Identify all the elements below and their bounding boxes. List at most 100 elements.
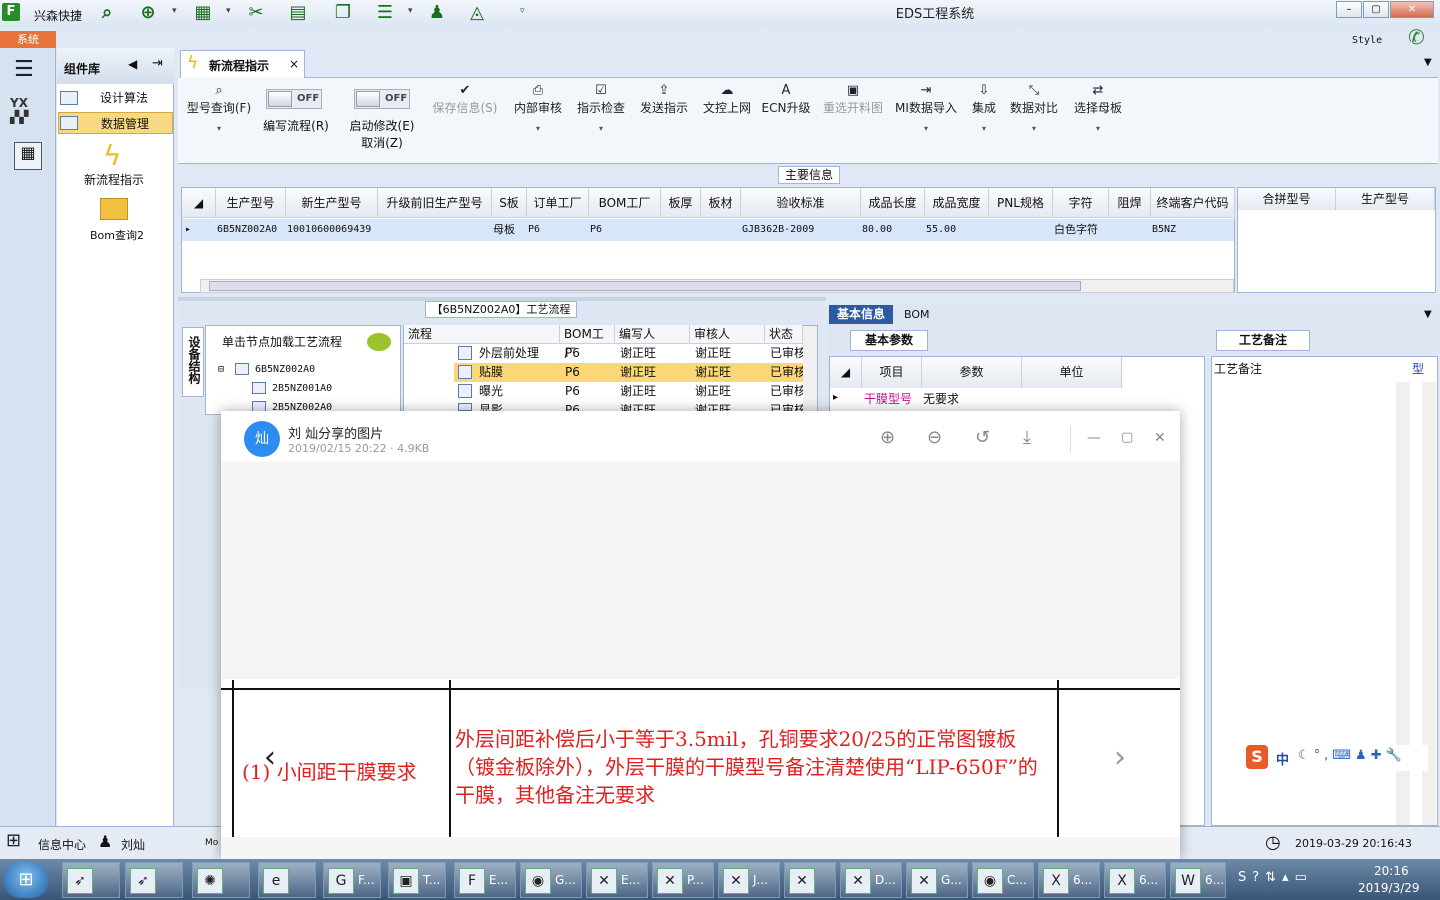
column-header[interactable]: 终端客户代码 xyxy=(1151,188,1235,218)
close-button[interactable]: ✕ xyxy=(1390,1,1434,18)
minimize-icon[interactable]: — xyxy=(1087,430,1101,446)
ime-mode[interactable]: 中 xyxy=(1276,749,1289,768)
menu-icon[interactable]: ☰ xyxy=(14,57,34,82)
doc-control-upload-button[interactable]: ☁ 文控上网 xyxy=(699,83,755,116)
system-tab[interactable]: 系统 xyxy=(0,31,56,48)
taskbar-app[interactable]: ➶ xyxy=(62,862,120,898)
phone-icon[interactable]: ✆ xyxy=(1408,25,1425,49)
taskbar-app[interactable]: ▣ T... xyxy=(388,862,446,898)
data-compare-button[interactable]: ⤡ 数据对比 ▾ xyxy=(1008,83,1060,133)
chevron-down-icon[interactable]: ▾ xyxy=(1008,124,1060,133)
taskbar-app[interactable]: ✕ J... xyxy=(718,862,780,898)
flow-name[interactable]: 曝光 xyxy=(479,382,503,401)
flow-name[interactable]: 显影 xyxy=(479,401,503,411)
column-header[interactable]: BOM工厂 xyxy=(589,188,661,218)
tab-bom[interactable]: BOM xyxy=(904,305,930,324)
info-center[interactable]: 信息中心 xyxy=(38,836,86,853)
column-header[interactable]: 参数 xyxy=(922,357,1022,388)
chevron-down-icon[interactable]: ▾ xyxy=(184,124,254,133)
tab-equipment-structure[interactable]: 设备结构 xyxy=(182,327,204,397)
table-cell[interactable]: B5NZ xyxy=(1152,219,1176,241)
tree-collapse-icon[interactable]: ⊟ xyxy=(218,364,224,375)
chevron-down-icon[interactable]: ▾ xyxy=(893,124,959,133)
taskbar-app[interactable]: e xyxy=(258,862,316,898)
taskbar-app[interactable]: ◉ C... xyxy=(972,862,1034,898)
chevron-down-icon[interactable]: ▾ xyxy=(172,6,177,16)
taskbar-app[interactable]: ✕ D... xyxy=(840,862,902,898)
chevron-down-icon[interactable]: ▾ xyxy=(408,6,413,16)
scissors-icon[interactable]: ✂ xyxy=(243,2,269,24)
start-modify-toggle[interactable]: OFF xyxy=(354,89,410,109)
windows-icon[interactable]: ⊞ xyxy=(6,830,21,851)
column-header[interactable]: S板 xyxy=(492,188,527,218)
horizontal-scrollbar[interactable] xyxy=(200,279,1234,293)
chevron-down-icon[interactable]: ▾ xyxy=(510,124,566,133)
type-column-header[interactable]: 型 xyxy=(1412,360,1424,377)
param-value[interactable]: 无要求 xyxy=(923,390,959,407)
search-icon[interactable]: ⌕ xyxy=(94,2,120,24)
taskbar-app[interactable]: ✺ xyxy=(192,862,250,898)
column-header[interactable]: 项目 xyxy=(862,357,922,388)
column-header[interactable]: 审核人 xyxy=(690,325,765,344)
column-header[interactable]: 成品宽度 xyxy=(925,188,989,218)
column-header[interactable]: 生产型号 xyxy=(1336,188,1435,210)
tray-date[interactable]: 2019/3/29 xyxy=(1358,881,1420,895)
film-icon[interactable]: ▤ xyxy=(285,2,311,24)
table-cell[interactable]: 55.00 xyxy=(926,219,956,241)
close-icon[interactable]: ✕ xyxy=(1154,430,1166,446)
select-motherboard-button[interactable]: ⇄ 选择母板 ▾ xyxy=(1070,83,1126,133)
flow-name[interactable]: 外层前处理 xyxy=(479,344,539,363)
zoom-out-icon[interactable]: ⊖ xyxy=(927,427,942,448)
taskbar-app[interactable]: W 6... xyxy=(1170,862,1226,898)
tree-node[interactable]: 2B5NZ001A0 xyxy=(272,383,332,394)
comment-bubble-icon[interactable] xyxy=(367,333,391,351)
table-cell[interactable]: P6 xyxy=(590,219,602,241)
tray-time[interactable]: 20:16 xyxy=(1374,864,1409,878)
tab-basic-info[interactable]: 基本信息 xyxy=(829,305,893,324)
column-header[interactable]: 状态 xyxy=(765,325,803,344)
vertical-scrollbar[interactable] xyxy=(803,326,817,414)
download-icon[interactable]: ⤓ xyxy=(1023,427,1031,448)
chevron-down-icon[interactable]: ▿ xyxy=(520,6,525,16)
tree-node[interactable]: 6B5NZ002A0 xyxy=(255,364,315,375)
previous-image-icon[interactable]: ‹ xyxy=(264,740,276,775)
column-header[interactable]: 成品长度 xyxy=(861,188,925,218)
chevron-down-icon[interactable]: ▼ xyxy=(1424,309,1432,320)
taskbar-app[interactable]: ✕ P... xyxy=(652,862,714,898)
column-header[interactable]: 阻焊 xyxy=(1109,188,1151,218)
column-header[interactable]: PNL规格 xyxy=(989,188,1053,218)
calculator-icon[interactable]: ▦ xyxy=(14,142,42,170)
close-icon[interactable]: × xyxy=(289,57,299,71)
taskbar-app[interactable]: ➶ xyxy=(125,862,183,898)
ime-tools-icon[interactable]: ☾°,⌨♟✚🔧 xyxy=(1298,748,1406,763)
minimize-button[interactable]: – xyxy=(1336,1,1362,18)
taskbar-app[interactable]: G F... xyxy=(323,862,381,898)
internal-review-button[interactable]: ⎙ 内部审核 ▾ xyxy=(510,83,566,133)
lightning-icon[interactable]: ϟ xyxy=(103,139,121,172)
taskbar-app[interactable]: ✕ xyxy=(784,862,836,898)
list-icon[interactable]: ☰ xyxy=(372,2,398,24)
column-header[interactable]: 验收标准 xyxy=(741,188,861,218)
taskbar-app[interactable]: X 6... xyxy=(1038,862,1100,898)
tile-bom-query[interactable]: Bom查询2 xyxy=(90,227,144,243)
column-header[interactable]: BOM工厂 xyxy=(560,325,615,360)
folder-icon[interactable] xyxy=(100,198,128,220)
column-header[interactable]: 板厚 xyxy=(661,188,701,218)
user-icon[interactable]: ♟ xyxy=(424,2,450,24)
collapse-arrow-icon[interactable]: ◀ xyxy=(128,57,137,71)
table-cell[interactable]: 80.00 xyxy=(862,219,892,241)
chevron-down-icon[interactable]: ▾ xyxy=(966,124,1002,133)
tab-basic-params[interactable]: 基本参数 xyxy=(850,330,928,351)
globe-icon[interactable]: ⊕ xyxy=(135,2,161,24)
table-cell[interactable]: GJB362B-2009 xyxy=(742,219,814,241)
send-instruction-button[interactable]: ⇪ 发送指示 xyxy=(636,83,692,116)
yx-factory-icon[interactable]: YX ▞▞ xyxy=(10,96,46,128)
column-header[interactable]: 合拼型号 xyxy=(1238,188,1336,210)
taskbar-app[interactable]: F E... xyxy=(454,862,516,898)
tab-new-flow[interactable]: ϟ 新流程指示 × xyxy=(180,50,305,78)
flow-name[interactable]: 贴膜 xyxy=(479,363,503,382)
taskbar-app[interactable]: ✕ E... xyxy=(586,862,648,898)
table-cell[interactable]: 母板 xyxy=(493,219,515,241)
zoom-in-icon[interactable]: ⊕ xyxy=(880,427,895,448)
grid-icon[interactable]: ▦ xyxy=(190,2,216,24)
